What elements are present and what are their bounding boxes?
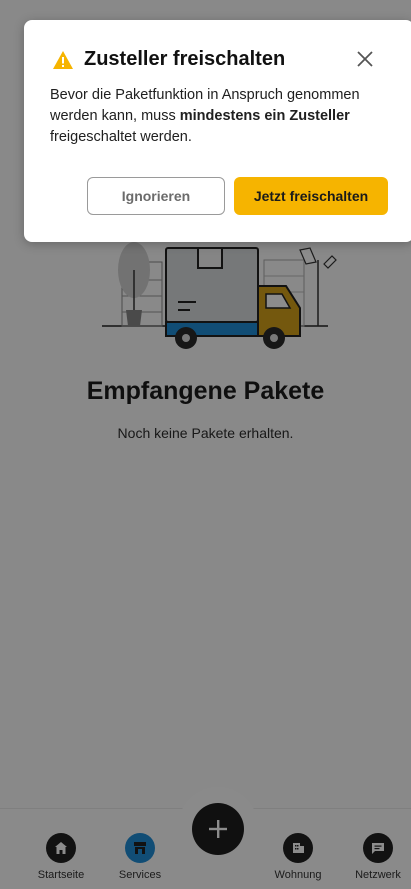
ignore-button[interactable]: Ignorieren (87, 177, 225, 215)
warning-icon (53, 50, 73, 69)
dialog-title: Zusteller freischalten (84, 48, 286, 70)
close-icon[interactable] (354, 48, 376, 70)
dialog-message: Bevor die Paketfunktion in Anspruch geno… (50, 85, 390, 148)
dialog-message-emphasis: mindestens ein Zusteller (179, 108, 350, 124)
dialog-header: Zusteller freischalten (52, 48, 285, 71)
unlock-carrier-dialog: Zusteller freischalten Bevor die Paketfu… (24, 20, 411, 242)
unlock-now-button[interactable]: Jetzt freischalten (234, 177, 388, 215)
dialog-message-end: freigeschaltet werden. (50, 129, 192, 145)
